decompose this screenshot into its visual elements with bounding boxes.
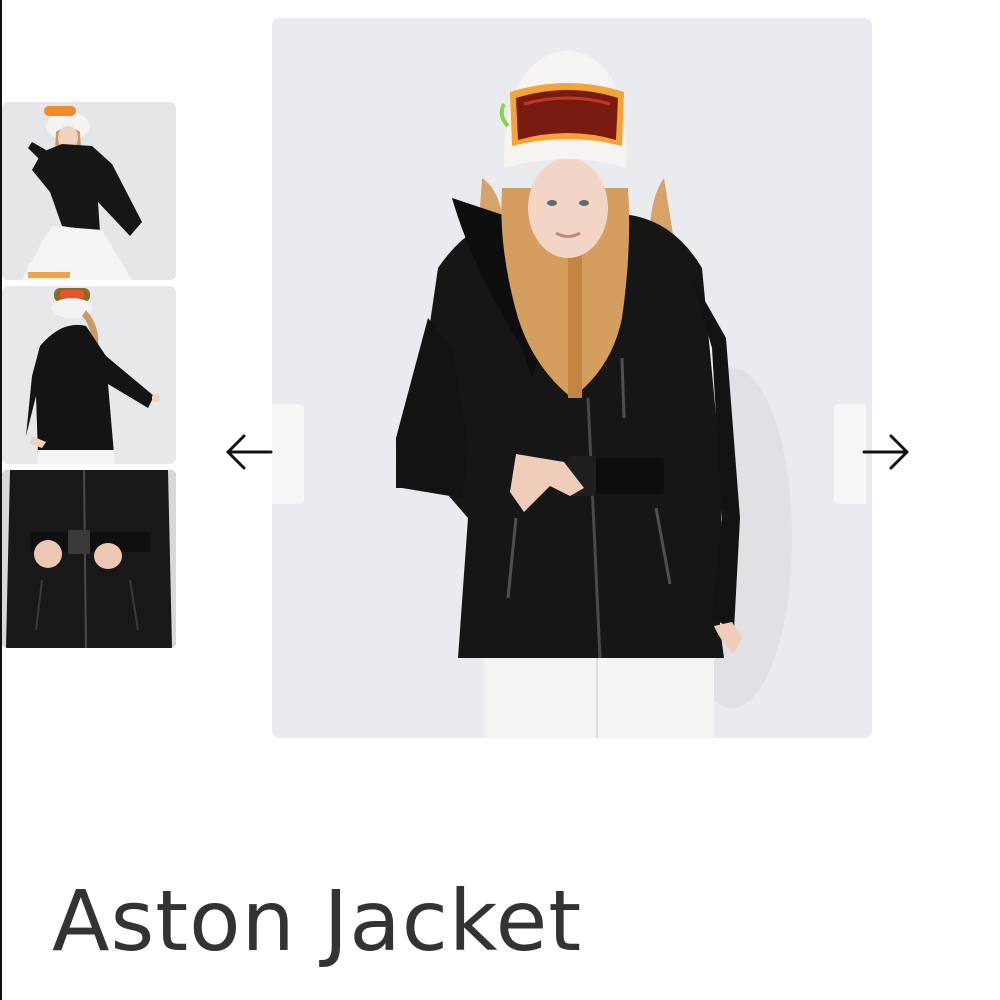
next-image-button[interactable]: [860, 428, 912, 476]
thumbnail-back-view-image: [2, 286, 176, 464]
thumbnail-belt-detail[interactable]: [2, 470, 176, 648]
thumbnail-belt-detail-image: [2, 470, 176, 648]
thumbnail-back-view[interactable]: [2, 286, 176, 464]
product-title: Aston Jacket: [52, 872, 583, 970]
previous-image-button[interactable]: [223, 428, 275, 476]
thumbnail-front-view-image: [2, 102, 176, 280]
main-product-image: [272, 18, 872, 738]
main-product-photo: [272, 18, 872, 738]
gallery-prev-tab: [272, 404, 304, 504]
thumbnail-front-view[interactable]: [2, 102, 176, 280]
arrow-left-icon: [226, 434, 273, 470]
arrow-right-icon: [862, 434, 909, 470]
